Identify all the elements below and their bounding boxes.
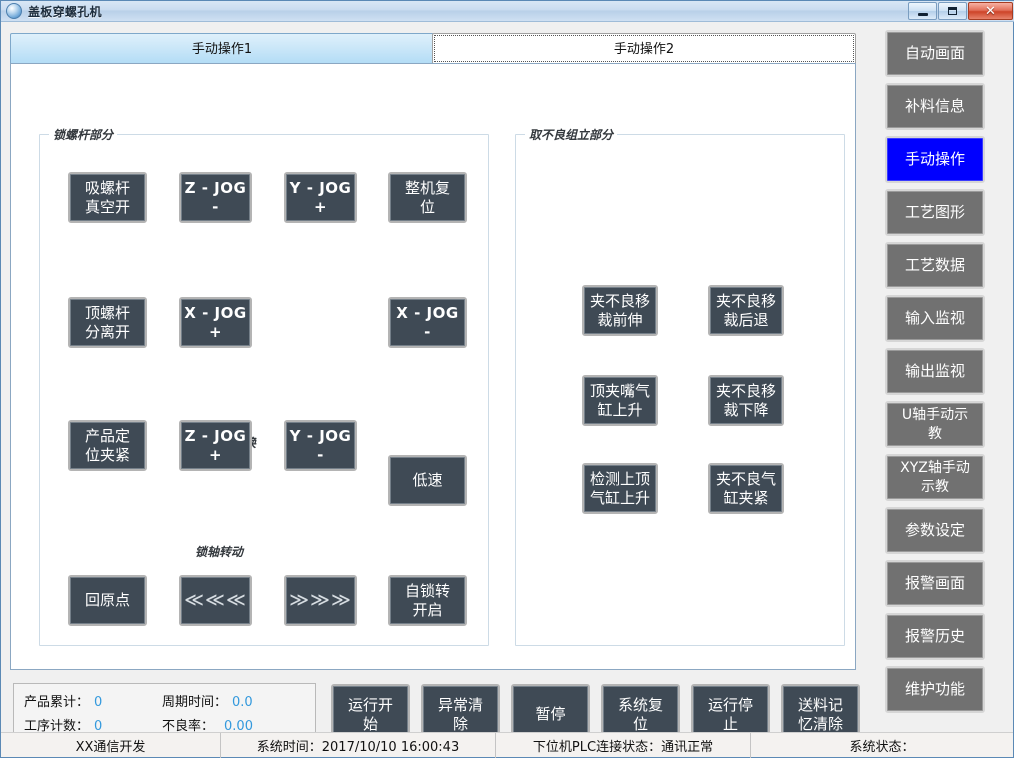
window-title: 盖板穿螺孔机	[28, 3, 102, 20]
maximize-icon	[948, 7, 957, 15]
button-defect-clamp-forward[interactable]: 夹不良移 裁前伸	[582, 285, 658, 336]
button-rotate-cw[interactable]: ≫≫≫	[284, 575, 357, 626]
button-top-nozzle-cylinder-up[interactable]: 顶夹嘴气 缸上升	[582, 375, 658, 426]
sidebar-item-auto-screen[interactable]: 自动画面	[885, 30, 985, 77]
label-axis-rotate: 锁轴转动	[195, 543, 243, 560]
sidebar: 自动画面 补料信息 手动操作 工艺图形 工艺数据 输入监视 输出监视 U轴手动示…	[885, 30, 985, 719]
group-lock-screw-title: 锁螺杆部分	[49, 126, 117, 143]
button-x-jog-minus[interactable]: X - JOG -	[388, 297, 467, 348]
button-x-jog-plus[interactable]: X - JOG +	[179, 297, 252, 348]
stat-product-total-label: 产品累计：	[24, 691, 89, 710]
status-plc-connection: 下位机PLC连接状态：通讯正常	[496, 733, 751, 758]
button-z-jog-minus[interactable]: Z - JOG -	[179, 172, 252, 223]
sidebar-item-process-graphics[interactable]: 工艺图形	[885, 189, 985, 236]
sidebar-item-u-axis-teach[interactable]: U轴手动示 教	[885, 401, 985, 448]
status-bar: XX通信开发 系统时间：2017/10/10 16:00:43 下位机PLC连接…	[1, 732, 1013, 757]
button-y-jog-minus[interactable]: Y - JOG -	[284, 420, 357, 471]
status-system-time: 系统时间：2017/10/10 16:00:43	[221, 733, 496, 758]
button-top-screw-separate[interactable]: 顶螺杆 分离开	[68, 297, 147, 348]
app-window: 盖板穿螺孔机 ✕ 手动操作1 手动操作2	[0, 0, 1014, 758]
minimize-icon	[918, 13, 928, 16]
sidebar-item-input-monitor[interactable]: 输入监视	[885, 295, 985, 342]
tab-manual-1-label: 手动操作1	[192, 42, 252, 57]
group-defect-assembly: 取不良组立部分 夹不良移 裁前伸 夹不良移 裁后退 顶夹嘴气 缸上升 夹不良移 …	[515, 134, 845, 646]
maximize-button[interactable]	[938, 2, 967, 20]
sidebar-item-xyz-axis-teach[interactable]: XYZ轴手动 示教	[885, 454, 985, 501]
stat-product-total: 产品累计： 0	[24, 691, 162, 710]
stat-cycle-time-label: 周期时间：	[162, 691, 227, 710]
button-vacuum-on[interactable]: 吸螺杆 真空开	[68, 172, 147, 223]
client-area: 手动操作1 手动操作2 锁螺杆部分 速度切换 锁轴转动 吸螺杆 真空开 Z - …	[1, 22, 1013, 757]
close-button[interactable]: ✕	[968, 2, 1013, 20]
button-defect-clamp-down[interactable]: 夹不良移 裁下降	[708, 375, 784, 426]
stat-cycle-time-value: 0.0	[232, 695, 253, 710]
status-system-state: 系统状态：	[751, 733, 1013, 758]
button-low-speed[interactable]: 低速	[388, 455, 467, 506]
tab-manual-2[interactable]: 手动操作2	[432, 33, 856, 64]
window-controls: ✕	[908, 2, 1013, 20]
button-home-position[interactable]: 回原点	[68, 575, 147, 626]
app-globe-icon	[6, 3, 22, 19]
button-product-clamp[interactable]: 产品定 位夹紧	[68, 420, 147, 471]
button-z-jog-plus[interactable]: Z - JOG +	[179, 420, 252, 471]
tab-manual-2-label: 手动操作2	[434, 35, 854, 62]
status-company: XX通信开发	[1, 733, 221, 758]
button-y-jog-plus[interactable]: Y - JOG +	[284, 172, 357, 223]
button-machine-reset[interactable]: 整机复 位	[388, 172, 467, 223]
button-defect-cylinder-clamp[interactable]: 夹不良气 缸夹紧	[708, 463, 784, 514]
sidebar-item-maintenance[interactable]: 维护功能	[885, 666, 985, 713]
sidebar-item-alarm-screen[interactable]: 报警画面	[885, 560, 985, 607]
button-defect-clamp-backward[interactable]: 夹不良移 裁后退	[708, 285, 784, 336]
minimize-button[interactable]	[908, 2, 937, 20]
button-detect-top-cylinder-up[interactable]: 检测上顶 气缸上升	[582, 463, 658, 514]
sidebar-item-refill-info[interactable]: 补料信息	[885, 83, 985, 130]
tab-manual-1[interactable]: 手动操作1	[10, 33, 434, 64]
group-defect-assembly-title: 取不良组立部分	[525, 126, 617, 143]
tab-page-manual-1: 锁螺杆部分 速度切换 锁轴转动 吸螺杆 真空开 Z - JOG - Y - JO…	[10, 63, 856, 670]
sidebar-item-manual-operation[interactable]: 手动操作	[885, 136, 985, 183]
sidebar-item-output-monitor[interactable]: 输出监视	[885, 348, 985, 395]
stats-row-1: 产品累计： 0 周期时间： 0.0	[24, 691, 315, 715]
stat-product-total-value: 0	[94, 695, 102, 710]
tab-strip: 手动操作1 手动操作2	[10, 33, 856, 64]
sidebar-item-parameter-setting[interactable]: 参数设定	[885, 507, 985, 554]
button-rotate-ccw[interactable]: ≪≪≪	[179, 575, 252, 626]
group-lock-screw: 锁螺杆部分 速度切换 锁轴转动 吸螺杆 真空开 Z - JOG - Y - JO…	[39, 134, 489, 646]
sidebar-item-process-data[interactable]: 工艺数据	[885, 242, 985, 289]
title-bar: 盖板穿螺孔机 ✕	[1, 1, 1014, 22]
stat-cycle-time: 周期时间： 0.0	[162, 691, 253, 710]
sidebar-item-alarm-history[interactable]: 报警历史	[885, 613, 985, 660]
close-icon: ✕	[985, 5, 996, 18]
button-self-lock-rotate-on[interactable]: 自锁转 开启	[388, 575, 467, 626]
